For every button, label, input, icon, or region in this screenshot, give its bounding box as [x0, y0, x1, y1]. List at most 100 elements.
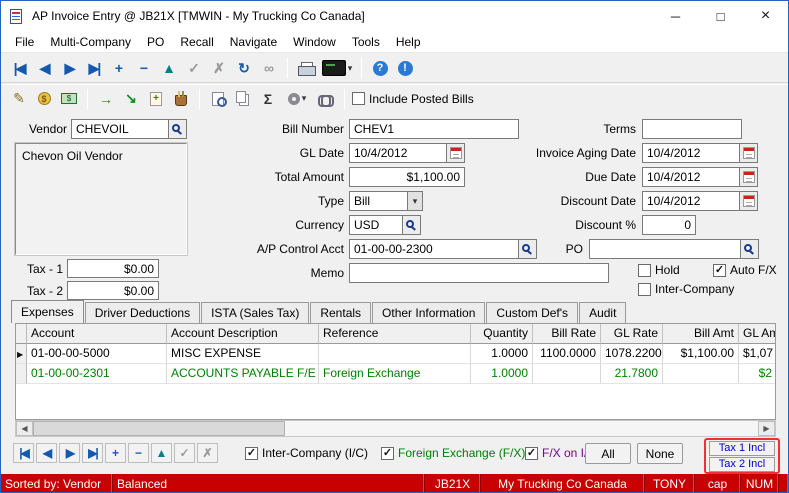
discount-date-calendar-button[interactable] — [740, 191, 758, 211]
maximize-button[interactable]: □ — [698, 1, 743, 31]
discount-date-input[interactable] — [642, 191, 740, 211]
save-record-button[interactable]: ✓ — [183, 57, 205, 79]
import-button[interactable]: ↘ — [120, 88, 142, 110]
scroll-left-button[interactable] — [16, 421, 33, 436]
table-row[interactable]: 01-00-00-2301 ACCOUNTS PAYABLE F/E OI Fo… — [16, 364, 775, 384]
last-record-button[interactable]: ▶| — [83, 57, 105, 79]
footer-first-record-button[interactable]: |◀ — [13, 443, 34, 463]
supplies-button[interactable] — [170, 88, 192, 110]
due-date-input[interactable] — [642, 167, 740, 187]
post-record-button[interactable]: ▲ — [158, 57, 180, 79]
menu-item-help[interactable]: Help — [388, 31, 429, 53]
currency-lookup-button[interactable] — [403, 215, 421, 235]
prev-record-button[interactable]: ◀ — [33, 57, 55, 79]
include-posted-bills-checkbox[interactable] — [352, 92, 365, 105]
menu-item-po[interactable]: PO — [139, 31, 172, 53]
currency-input[interactable] — [349, 215, 403, 235]
print-button[interactable] — [295, 57, 317, 79]
vendor-input[interactable] — [71, 119, 169, 139]
horizontal-scrollbar[interactable] — [15, 420, 776, 437]
process-button[interactable]: → — [95, 88, 117, 110]
column-header-quantity[interactable]: Quantity — [471, 324, 533, 344]
invoice-aging-date-input[interactable] — [642, 143, 740, 163]
po-input[interactable] — [589, 239, 741, 259]
invoice-aging-date-calendar-button[interactable] — [740, 143, 758, 163]
help-button[interactable]: ? — [369, 57, 391, 79]
close-button[interactable]: × — [743, 1, 788, 31]
type-field[interactable]: Bill — [349, 191, 423, 211]
menu-item-tools[interactable]: Tools — [344, 31, 388, 53]
menu-item-navigate[interactable]: Navigate — [222, 31, 285, 53]
tax1-input[interactable] — [67, 259, 159, 278]
edit-bill-button[interactable]: ✎ — [8, 88, 30, 110]
tab-other-information[interactable]: Other Information — [372, 302, 485, 323]
column-header-description[interactable]: Account Description — [167, 324, 319, 344]
delete-record-button[interactable]: − — [133, 57, 155, 79]
footer-add-record-button[interactable]: + — [105, 443, 126, 463]
column-header-bill-amt[interactable]: Bill Amt — [663, 324, 739, 344]
first-record-button[interactable]: |◀ — [8, 57, 30, 79]
tab-ista-sales-tax[interactable]: ISTA (Sales Tax) — [201, 302, 309, 323]
terminal-dropdown-button[interactable]: ▾ — [320, 57, 354, 79]
inter-company-checkbox-row[interactable]: Inter-Company — [638, 282, 734, 296]
menu-item-recall[interactable]: Recall — [172, 31, 221, 53]
tax2-input[interactable] — [67, 281, 159, 300]
footer-delete-record-button[interactable]: − — [128, 443, 149, 463]
cash-button[interactable]: $ — [58, 88, 80, 110]
table-row[interactable]: 01-00-00-5000 MISC EXPENSE 1.0000 1100.0… — [16, 344, 775, 364]
inter-company-ic-checkbox-row[interactable]: Inter-Company (I/C) — [245, 446, 368, 460]
bill-number-input[interactable] — [349, 119, 519, 139]
ap-control-acct-input[interactable] — [349, 239, 519, 259]
auto-fx-checkbox-row[interactable]: Auto F/X — [713, 263, 777, 277]
sum-button[interactable]: Σ — [257, 88, 279, 110]
hold-checkbox[interactable] — [638, 264, 651, 277]
minimize-button[interactable]: ─ — [653, 1, 698, 31]
post-payment-button[interactable]: $ — [33, 88, 55, 110]
detach-button[interactable]: ∞ — [258, 57, 280, 79]
all-button[interactable]: All — [585, 443, 631, 464]
menu-item-window[interactable]: Window — [285, 31, 344, 53]
footer-next-record-button[interactable]: ▶ — [59, 443, 80, 463]
scrollbar-thumb[interactable] — [33, 421, 285, 436]
foreign-exchange-checkbox[interactable] — [381, 447, 394, 460]
hold-checkbox-row[interactable]: Hold — [638, 263, 680, 277]
tab-audit[interactable]: Audit — [579, 302, 626, 323]
fx-on-ic-checkbox[interactable] — [525, 447, 538, 460]
discount-pct-input[interactable] — [642, 215, 696, 235]
column-header-gl-amt[interactable]: GL Amt — [739, 324, 776, 344]
vendor-lookup-button[interactable] — [169, 119, 187, 139]
link-button[interactable] — [315, 88, 337, 110]
new-note-button[interactable]: + — [145, 88, 167, 110]
column-header-bill-rate[interactable]: Bill Rate — [533, 324, 601, 344]
column-header-reference[interactable]: Reference — [319, 324, 471, 344]
find-document-button[interactable] — [207, 88, 229, 110]
gl-date-calendar-button[interactable] — [447, 143, 465, 163]
total-amount-input[interactable] — [349, 167, 465, 187]
footer-last-record-button[interactable]: ▶| — [82, 443, 103, 463]
none-button[interactable]: None — [637, 443, 683, 464]
add-record-button[interactable]: + — [108, 57, 130, 79]
inter-company-checkbox[interactable] — [638, 283, 651, 296]
due-date-calendar-button[interactable] — [740, 167, 758, 187]
next-record-button[interactable]: ▶ — [58, 57, 80, 79]
tab-expenses[interactable]: Expenses — [11, 300, 84, 323]
footer-post-record-button[interactable]: ▲ — [151, 443, 172, 463]
auto-fx-checkbox[interactable] — [713, 264, 726, 277]
footer-prev-record-button[interactable]: ◀ — [36, 443, 57, 463]
terms-input[interactable] — [642, 119, 742, 139]
copy-document-button[interactable] — [232, 88, 254, 110]
gl-date-input[interactable] — [349, 143, 447, 163]
tab-driver-deductions[interactable]: Driver Deductions — [85, 302, 200, 323]
tax1-incl-button[interactable]: Tax 1 Incl — [709, 441, 775, 456]
tab-rentals[interactable]: Rentals — [310, 302, 371, 323]
scroll-right-button[interactable] — [758, 421, 775, 436]
tab-custom-defs[interactable]: Custom Def's — [486, 302, 578, 323]
options-dropdown-button[interactable]: ▾ — [282, 88, 312, 110]
column-header-account[interactable]: Account — [27, 324, 167, 344]
include-posted-bills[interactable]: Include Posted Bills — [352, 92, 474, 106]
menu-item-file[interactable]: File — [7, 31, 42, 53]
refresh-button[interactable]: ↻ — [233, 57, 255, 79]
footer-save-record-button[interactable]: ✓ — [174, 443, 195, 463]
inter-company-ic-checkbox[interactable] — [245, 447, 258, 460]
po-lookup-button[interactable] — [741, 239, 759, 259]
